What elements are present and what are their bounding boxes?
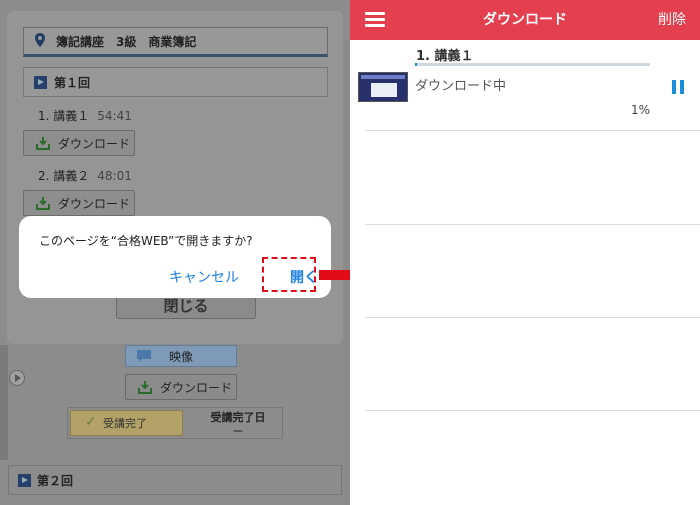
lecture-time: 54:41 xyxy=(97,109,132,123)
play-icon xyxy=(18,474,31,487)
course-title: 簿記講座 3級 商業簿記 xyxy=(23,27,328,57)
dialog-cancel-button[interactable]: キャンセル xyxy=(169,267,239,287)
download-status: ダウンロード中 xyxy=(415,79,507,94)
download-button-bottom[interactable]: ダウンロード xyxy=(125,374,237,400)
download-progress-bar xyxy=(415,63,650,66)
completed-label: 受講完了 xyxy=(103,417,147,430)
watch-video-button[interactable]: 映像 xyxy=(125,345,237,367)
check-icon: ✓ xyxy=(85,414,97,430)
list-divider xyxy=(365,317,700,318)
lecture-thumbnail xyxy=(358,72,408,102)
dialog-message: このページを“合格WEB”で開きますか? xyxy=(39,234,253,248)
list-divider xyxy=(365,224,700,225)
right-screen: ダウンロード 削除 1. 講義１ ダウンロード中 1% xyxy=(350,0,700,505)
download-lecture-title: 1. 講義１ xyxy=(416,49,474,64)
download-progress-fill xyxy=(415,63,418,66)
download-icon xyxy=(36,137,50,150)
round1-label: 第１回 xyxy=(54,75,91,90)
download-button-lecture1[interactable]: ダウンロード xyxy=(23,130,135,156)
pause-icon[interactable] xyxy=(672,80,684,94)
lecture-row: 1. 講義１ 54:41 xyxy=(38,107,132,124)
round2-header[interactable]: 第２回 xyxy=(8,465,342,495)
app-bar: ダウンロード 削除 xyxy=(350,0,700,40)
round2-label: 第２回 xyxy=(37,473,74,488)
side-rail xyxy=(0,345,8,460)
download-label: ダウンロード xyxy=(160,380,233,395)
download-label: ダウンロード xyxy=(58,136,131,151)
open-button-highlight xyxy=(262,257,316,292)
play-icon xyxy=(34,76,47,89)
lecture-label: 2. 講義２ xyxy=(38,169,90,183)
completed-date-value: ー xyxy=(232,425,244,438)
download-button-lecture2[interactable]: ダウンロード xyxy=(23,190,135,216)
course-title-text: 簿記講座 3級 商業簿記 xyxy=(56,34,197,49)
menu-icon[interactable] xyxy=(365,12,385,28)
round1-header[interactable]: 第１回 xyxy=(23,67,328,97)
download-icon xyxy=(138,381,152,394)
lecture-label: 1. 講義１ xyxy=(38,109,90,123)
list-divider xyxy=(365,130,700,131)
lecture-time: 48:01 xyxy=(97,169,132,183)
pin-icon xyxy=(35,33,45,47)
video-icon xyxy=(137,350,151,362)
delete-button[interactable]: 削除 xyxy=(658,0,686,40)
left-screen: 映像 ダウンロード ✓ 受講完了 受講完了日 ー 第２回 簿記講座 3級 商業簿… xyxy=(0,0,350,505)
list-divider xyxy=(365,410,700,411)
watch-video-label: 映像 xyxy=(168,349,193,364)
download-label: ダウンロード xyxy=(58,196,131,211)
completed-button[interactable]: ✓ 受講完了 xyxy=(70,410,183,436)
lecture-row: 2. 講義２ 48:01 xyxy=(38,167,132,184)
play-icon[interactable] xyxy=(9,370,25,386)
page-title: ダウンロード xyxy=(483,12,567,28)
download-icon xyxy=(36,197,50,210)
download-percent: 1% xyxy=(630,103,650,117)
